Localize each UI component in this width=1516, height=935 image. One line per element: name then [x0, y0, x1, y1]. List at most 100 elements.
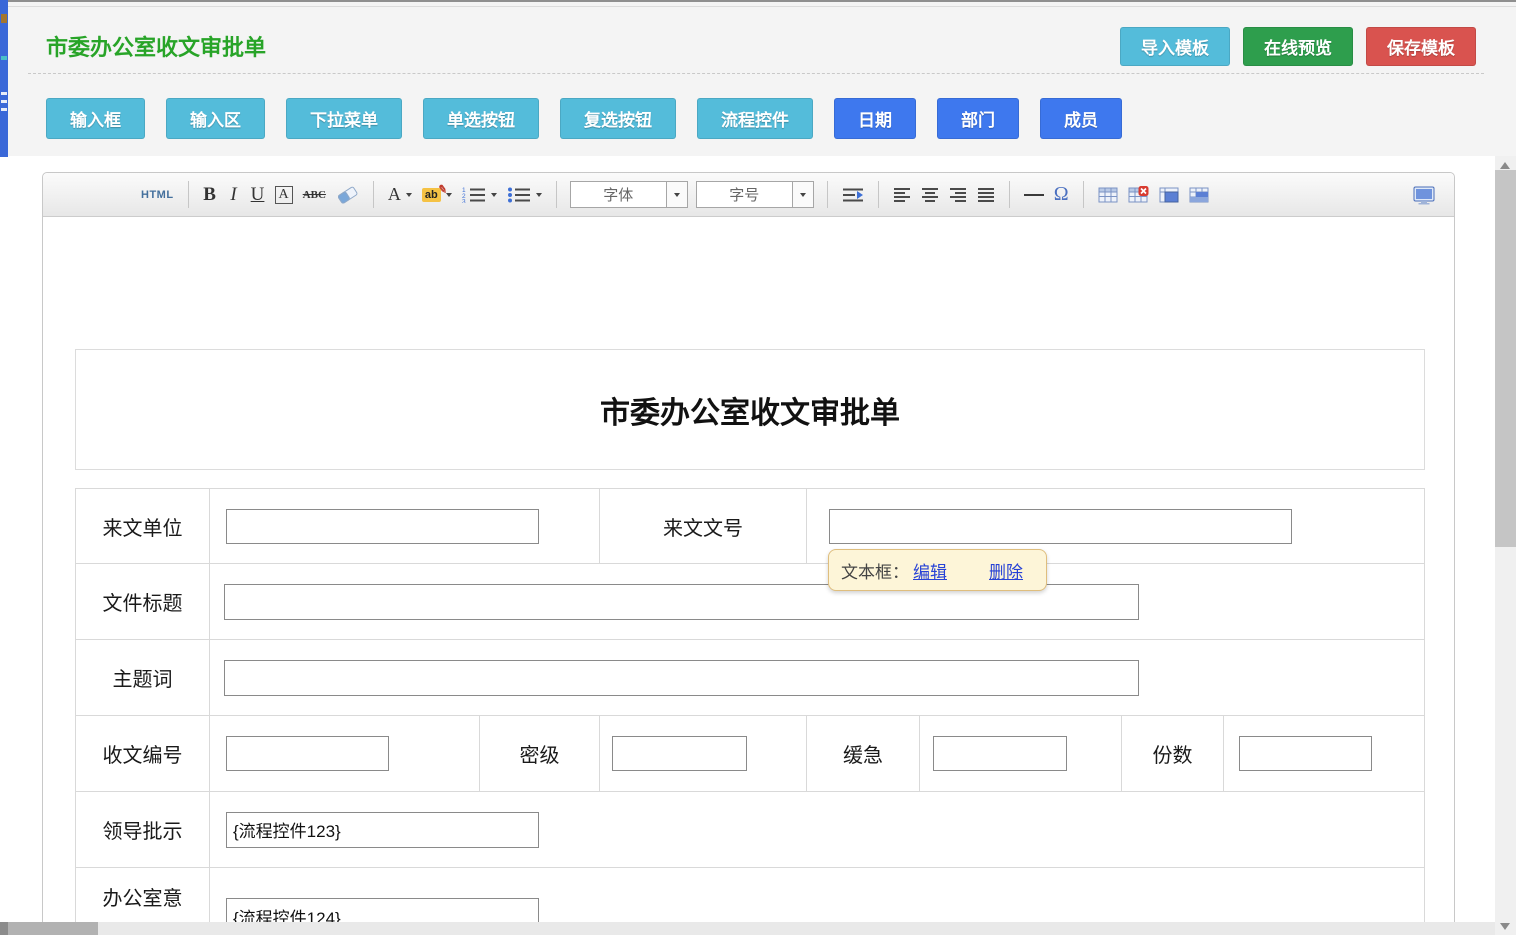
field-label: 主题词: [76, 640, 209, 715]
align-center-icon: [921, 187, 939, 202]
field-cell: [209, 792, 1424, 867]
highlight-color-button[interactable]: ab✎: [417, 180, 457, 210]
horizontal-rule-button[interactable]: [1019, 180, 1049, 210]
subject-words-input[interactable]: [224, 660, 1139, 696]
add-checkbox-button[interactable]: 复选按钮: [560, 98, 676, 139]
field-label: 来文单位: [76, 489, 209, 563]
edit-widget-link[interactable]: 编辑: [913, 558, 947, 583]
add-radio-button[interactable]: 单选按钮: [423, 98, 539, 139]
unordered-list-button[interactable]: [502, 180, 547, 210]
add-flow-control-button[interactable]: 流程控件: [697, 98, 813, 139]
urgency-input[interactable]: [933, 736, 1067, 771]
insert-table-button[interactable]: [1093, 180, 1123, 210]
ordered-list-button[interactable]: 1 2 3: [457, 180, 502, 210]
ordered-list-icon: 1 2 3: [462, 186, 486, 203]
html-source-button[interactable]: HTML: [136, 180, 179, 210]
add-member-button[interactable]: 成员: [1040, 98, 1122, 139]
leader-instructions-input[interactable]: [226, 812, 539, 848]
cell-properties-button[interactable]: [1154, 180, 1184, 210]
import-template-button[interactable]: 导入模板: [1120, 27, 1230, 66]
delete-table-button[interactable]: [1123, 180, 1154, 210]
add-department-button[interactable]: 部门: [937, 98, 1019, 139]
field-cell: [1223, 716, 1424, 791]
field-label: 份数: [1121, 716, 1223, 791]
italic-button[interactable]: I: [222, 180, 246, 210]
save-template-button[interactable]: 保存模板: [1366, 27, 1476, 66]
field-label: 领导批示: [76, 792, 209, 867]
rich-text-editor-panel: HTML B I U A ABC A ab✎: [42, 172, 1455, 935]
cell-properties-icon: [1159, 187, 1179, 203]
add-dropdown-button[interactable]: 下拉菜单: [286, 98, 402, 139]
delete-table-icon: [1128, 186, 1149, 203]
align-right-button[interactable]: [944, 180, 972, 210]
table-row: 主题词: [76, 639, 1424, 715]
align-left-button[interactable]: [888, 180, 916, 210]
horizontal-rule-icon: [1024, 194, 1044, 196]
chevron-down-icon: [406, 193, 412, 197]
field-label: 缓急: [806, 716, 919, 791]
header-divider: [28, 73, 1484, 74]
border-text-button[interactable]: A: [270, 180, 298, 210]
eraser-icon: [336, 185, 359, 205]
source-unit-input[interactable]: [226, 509, 539, 544]
secrecy-level-input[interactable]: [612, 736, 747, 771]
horizontal-scrollbar-thumb[interactable]: [8, 922, 98, 935]
vertical-scrollbar[interactable]: [1495, 156, 1516, 935]
remove-format-button[interactable]: [331, 180, 364, 210]
delete-widget-link[interactable]: 删除: [989, 558, 1023, 583]
font-color-button[interactable]: A: [383, 180, 417, 210]
fullscreen-button[interactable]: [1408, 180, 1440, 210]
fullscreen-icon: [1413, 186, 1435, 205]
row-properties-button[interactable]: [1184, 180, 1214, 210]
tooltip-label: 文本框：: [841, 558, 909, 583]
form-table: 来文单位 来文文号 文件标题 主题词: [75, 488, 1425, 935]
row-properties-icon: [1189, 187, 1209, 203]
field-cell: [209, 716, 479, 791]
widget-action-tooltip: 文本框： 编辑 删除: [828, 549, 1047, 591]
add-input-box-button[interactable]: 输入框: [46, 98, 145, 139]
chevron-down-icon: [800, 193, 806, 197]
field-label: 文件标题: [76, 564, 209, 639]
chevron-down-icon: [536, 193, 542, 197]
highlight-icon: ab✎: [422, 188, 441, 202]
unordered-list-icon: [507, 186, 531, 203]
bold-button[interactable]: B: [198, 180, 222, 210]
indent-icon: [842, 187, 864, 203]
field-cell: [599, 716, 806, 791]
header-actions: 导入模板 在线预览 保存模板: [1120, 27, 1476, 66]
field-cell: [209, 489, 599, 563]
scroll-down-icon[interactable]: [1500, 923, 1510, 930]
copies-input[interactable]: [1239, 736, 1372, 771]
align-justify-button[interactable]: [972, 180, 1000, 210]
add-date-button[interactable]: 日期: [834, 98, 916, 139]
field-label: 收文编号: [76, 716, 209, 791]
table-row: 文件标题: [76, 563, 1424, 639]
scroll-up-icon[interactable]: [1500, 162, 1510, 169]
page: 市委办公室收文审批单 导入模板 在线预览 保存模板 输入框 输入区 下拉菜单 单…: [0, 0, 1516, 935]
underline-button[interactable]: U: [246, 180, 270, 210]
field-cell: [209, 640, 1424, 715]
horizontal-scrollbar[interactable]: [0, 922, 1495, 935]
add-textarea-button[interactable]: 输入区: [166, 98, 265, 139]
editor-toolbar: HTML B I U A ABC A ab✎: [43, 173, 1454, 217]
online-preview-button[interactable]: 在线预览: [1243, 27, 1353, 66]
table-row: 来文单位 来文文号: [76, 489, 1424, 563]
align-right-icon: [949, 187, 967, 202]
font-size-select[interactable]: 字号: [696, 181, 814, 208]
form-title-box: 市委办公室收文审批单: [75, 349, 1425, 470]
widget-button-row: 输入框 输入区 下拉菜单 单选按钮 复选按钮 流程控件 日期 部门 成员: [46, 98, 1122, 139]
source-doc-number-input[interactable]: [829, 509, 1292, 544]
receipt-number-input[interactable]: [226, 736, 389, 771]
strikethrough-button[interactable]: ABC: [298, 180, 331, 210]
svg-text:3: 3: [462, 199, 466, 204]
indent-button[interactable]: [837, 180, 869, 210]
font-family-select[interactable]: 字体: [570, 181, 688, 208]
vertical-scrollbar-thumb[interactable]: [1495, 170, 1516, 547]
editor-content[interactable]: 市委办公室收文审批单 来文单位 来文文号 文件标题: [43, 217, 1454, 935]
special-char-button[interactable]: Ω: [1049, 180, 1074, 210]
chevron-down-icon: [674, 193, 680, 197]
background-window-sliver: [0, 0, 8, 157]
align-justify-icon: [977, 187, 995, 202]
align-center-button[interactable]: [916, 180, 944, 210]
field-cell: [209, 564, 1424, 639]
